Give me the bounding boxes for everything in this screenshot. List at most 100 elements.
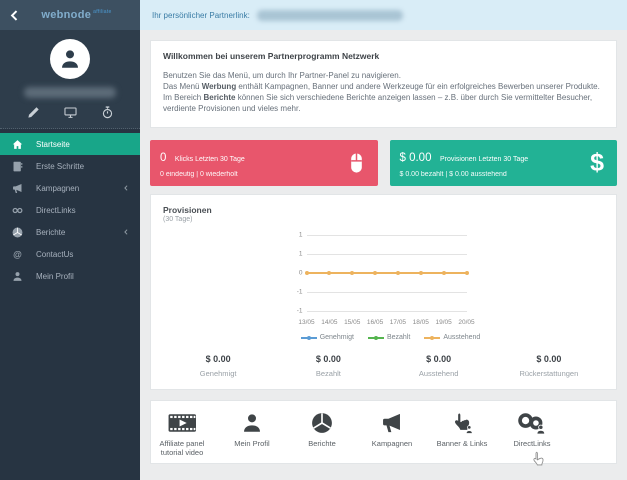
legend-item-genehmigt[interactable]: Genehmigt [300,334,354,341]
provisions-chart: 1 1 0 -1 -1 13/05 14/05 15/05 16/05 17/05 18/05 19… [281,232,487,342]
welcome-text: Benutzen Sie das Menü, um durch Ihr Part… [163,71,600,113]
sidebar-item-label: Erste Schritte [36,161,85,171]
chart-x-tick: 15/05 [344,319,361,326]
summary-bezahlt: $ 0.00 Bezahlt [273,354,383,378]
sidebar-item-label: Mein Profil [36,271,74,281]
summary-label: Rückerstattungen [519,369,579,378]
stopwatch-icon[interactable] [101,106,114,119]
legend-marker-icon [367,335,384,340]
sidebar-item-directlinks[interactable]: DirectLinks [0,199,140,221]
chart-x-tick: 20/05 [458,319,475,326]
chart-gridline [306,254,467,255]
collapse-sidebar-icon[interactable] [8,9,21,22]
chart-legend: Genehmigt Bezahlt Ausstehend [295,334,487,341]
pie-chart-icon [293,409,351,436]
sidebar-item-mein-profil[interactable]: Mein Profil [0,265,140,287]
at-icon: @ [12,249,23,260]
shortcut-label: Affiliate panel tutorial video [159,439,205,457]
shortcut-label: DirectLinks [513,439,551,448]
shortcut-affiliate-panel-tutorial-video[interactable]: Affiliate panel tutorial video [153,409,211,457]
chart-x-axis: 13/05 14/05 15/05 16/05 17/05 18/05 19/05 20/05 [298,319,474,328]
chart-data-point [418,271,423,275]
chart-subtitle: (30 Tage) [163,216,193,223]
summary-label: Ausstehend [418,369,459,378]
chart-plot-area: 1 1 0 -1 -1 [297,232,469,315]
welcome-card: Willkommen bei unserem Partnerprogramm N… [150,40,617,128]
shortcut-banner-links[interactable]: Banner & Links [433,409,491,455]
svg-text:@: @ [13,249,22,259]
main-content: Willkommen bei unserem Partnerprogramm N… [140,30,627,474]
summary-value: $ 0.00 [205,354,231,364]
partner-link-redacted[interactable] [256,9,403,21]
chart-y-tick: 1 [298,231,303,239]
links-icon [503,409,561,436]
chart-data-point [304,271,309,275]
legend-item-bezahlt[interactable]: Bezahlt [367,334,410,341]
chart-x-tick: 16/05 [366,319,384,326]
summary-genehmigt: $ 0.00 Genehmigt [163,354,273,378]
legend-marker-icon [424,335,441,340]
shortcut-mein-profil[interactable]: Mein Profil [223,409,281,455]
chart-card: Provisionen (30 Tage) 1 1 0 -1 -1 13/05 14/05… [150,194,617,390]
clicks-detail: 0 eindeutig | 0 wiederholt [160,171,238,178]
sidebar-menu: Startseite Erste Schritte Kampagnen DirectL… [0,129,140,287]
home-icon [12,139,23,150]
shortcut-berichte[interactable]: Berichte [293,409,351,455]
summary-ruckerstattungen: $ 0.00 Rückerstattungen [494,354,604,378]
chart-y-tick: 1 [298,250,303,258]
shortcut-label: Kampagnen [371,439,413,448]
sidebar-item-label: DirectLinks [36,205,76,215]
sidebar-item-erste-schritte[interactable]: Erste Schritte [0,155,140,177]
chart-data-point [464,271,469,275]
sidebar-item-label: Kampagnen [36,183,80,193]
shortcut-kampagnen[interactable]: Kampagnen [363,409,421,455]
chart-data-point [350,271,355,275]
legend-item-ausstehend[interactable]: Ausstehend [424,334,480,341]
book-icon [12,161,23,172]
clicks-label: Klicks Letzten 30 Tage [174,156,245,163]
banner-pointer-icon [433,409,491,436]
film-icon [153,409,211,436]
sidebar-header: webnode affiliate [0,0,140,30]
chart-x-tick: 13/05 [298,319,315,326]
summary-ausstehend: $ 0.00 Ausstehend [384,354,494,378]
sidebar-item-label: ContactUs [36,249,74,259]
profile-actions [0,106,140,119]
shortcut-label: Berichte [308,439,336,448]
sidebar-item-berichte[interactable]: Berichte [0,221,140,243]
chevron-left-icon [122,184,130,192]
avatar [50,39,90,79]
sidebar: webnode affiliate Startseite Erste Schritt… [0,0,140,480]
monitor-icon[interactable] [63,106,77,119]
sidebar-item-label: Berichte [36,227,66,237]
sidebar-item-startseite[interactable]: Startseite [0,133,140,155]
summary-value: $ 0.00 [315,354,341,364]
main-area: Ihr persönlicher Partnerlink: Willkommen… [140,0,627,480]
chart-y-tick: 0 [298,269,303,277]
chart-x-tick: 19/05 [435,319,452,326]
chart-x-tick: 18/05 [412,319,429,326]
chart-series-line [304,271,469,275]
sidebar-profile [0,30,140,129]
legend-marker-icon [300,335,317,340]
clicks-stat-card: 0 Klicks Letzten 30 Tage 0 eindeutig | 0… [150,140,378,186]
chart-x-tick: 17/05 [389,319,407,326]
mouse-icon [348,152,365,174]
pencil-icon[interactable] [27,106,40,119]
megaphone-icon [363,409,421,436]
chart-data-point [395,271,400,275]
commission-summary-row: $ 0.00 Genehmigt $ 0.00 Bezahlt $ 0.00 Ausste… [163,354,604,378]
commissions-stat-card: $ 0.00 Provisionen Letzten 30 Tage $ 0.0… [389,140,617,186]
chart-data-point [373,271,378,275]
dollar-icon: $ [590,148,604,177]
sidebar-item-label: Startseite [36,139,70,149]
chart-data-point [441,271,446,275]
user-icon [223,409,281,436]
shortcut-label: Mein Profil [234,439,270,448]
chart-gridline [306,292,467,293]
sidebar-item-contactus[interactable]: @ ContactUs [0,243,140,265]
sidebar-item-kampagnen[interactable]: Kampagnen [0,177,140,199]
clicks-value: 0 [160,152,167,164]
shortcut-directlinks[interactable]: DirectLinks [503,409,561,466]
welcome-title: Willkommen bei unserem Partnerprogramm N… [163,51,380,61]
